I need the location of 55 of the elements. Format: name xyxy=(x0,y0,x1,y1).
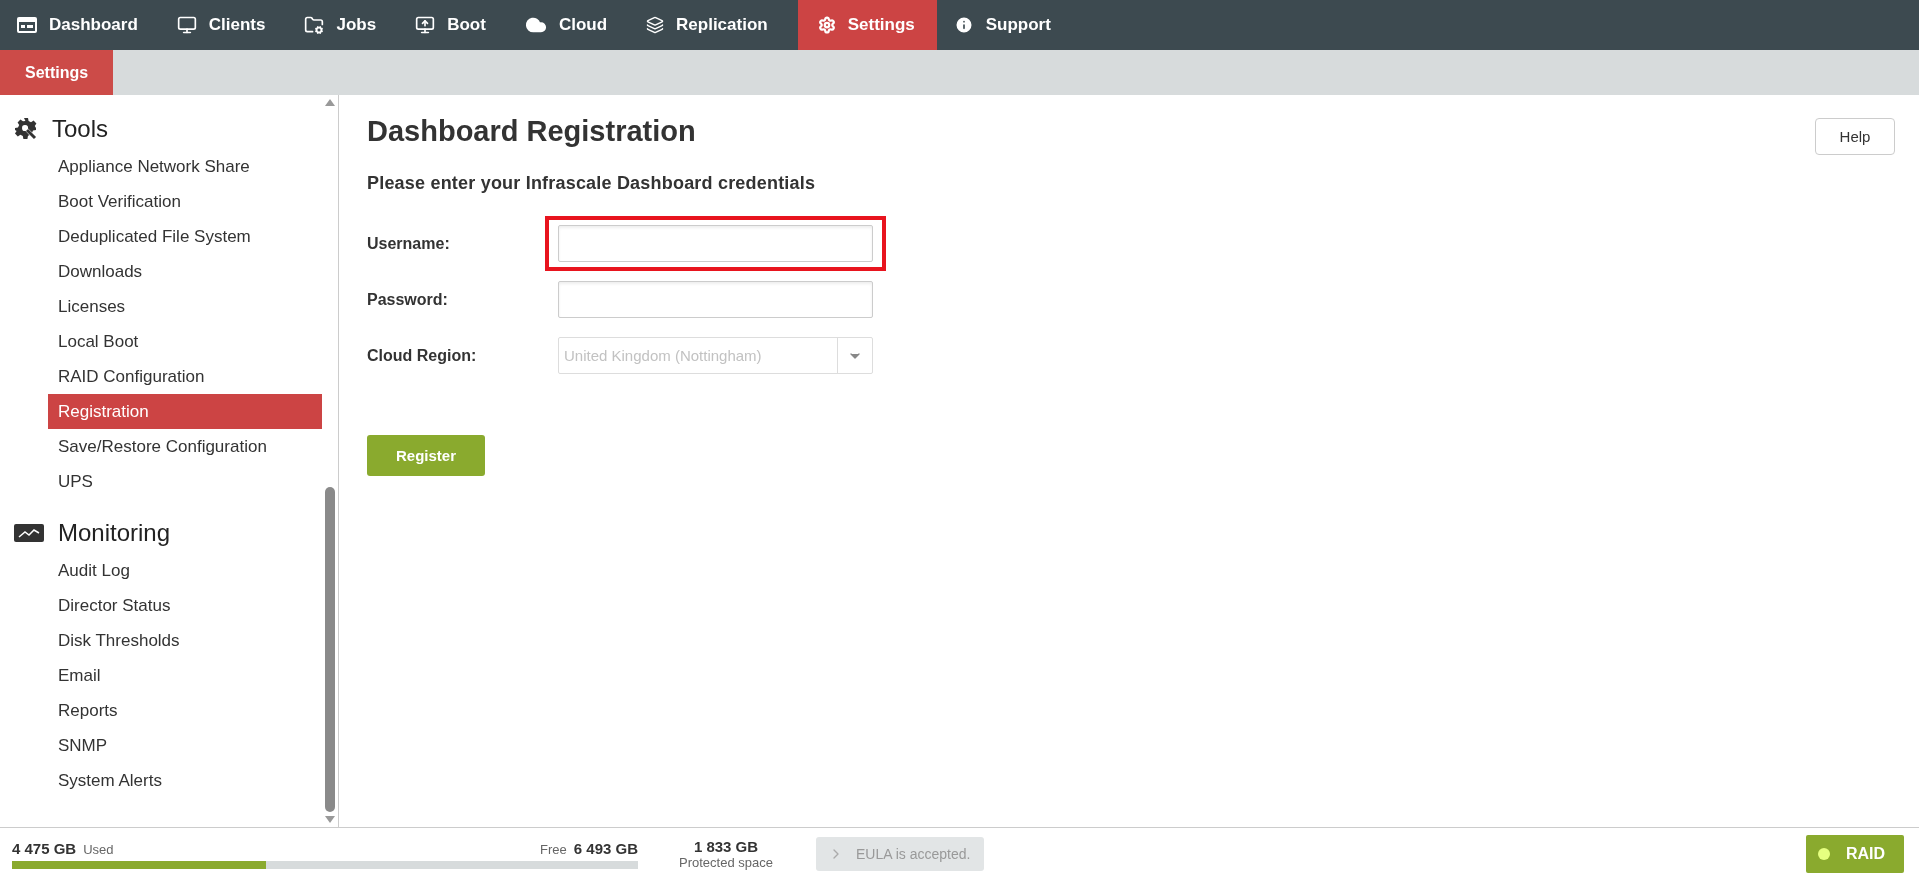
field-label: Username: xyxy=(367,234,451,253)
sidebar-item[interactable]: Save/Restore Configuration xyxy=(48,429,322,464)
eula-text: EULA is accepted. xyxy=(856,846,971,862)
nav-tab[interactable]: Dashboard xyxy=(0,0,160,50)
scroll-up-icon[interactable] xyxy=(325,99,335,106)
free-space-value: 6 493 GB xyxy=(573,839,638,857)
sidebar-item[interactable]: SNMP xyxy=(48,728,322,763)
settings-icon xyxy=(817,16,836,34)
nav-tab[interactable]: Clients xyxy=(159,0,288,50)
sidebar-item[interactable]: Email xyxy=(48,658,322,693)
sidebar-item[interactable]: Appliance Network Share xyxy=(48,149,322,184)
nav-tab[interactable]: Replication xyxy=(629,0,790,50)
monitor-icon xyxy=(176,15,197,35)
page-title: Dashboard Registration xyxy=(367,115,696,148)
field-label: Cloud Region: xyxy=(367,346,478,365)
scrollbar-thumb[interactable] xyxy=(325,487,335,812)
sidebar-item[interactable]: Deduplicated File System xyxy=(48,219,322,254)
scroll-down-icon[interactable] xyxy=(325,816,335,823)
section-heading: Monitoring xyxy=(58,519,171,547)
input-field[interactable] xyxy=(558,225,873,262)
free-label: Free xyxy=(540,841,567,857)
gear-wrench-icon xyxy=(14,117,38,141)
field-label: Password: xyxy=(367,290,449,309)
nav-tab[interactable]: Settings xyxy=(797,0,937,50)
monitor-upload-icon xyxy=(415,15,436,35)
nav-tab[interactable]: Cloud xyxy=(507,0,630,50)
protected-space-value: 1 833 GB xyxy=(693,838,759,855)
sub-tab[interactable]: Settings xyxy=(0,50,114,95)
nav-tab[interactable]: Jobs xyxy=(287,0,399,50)
form-instructions: Please enter your Infrascale Dashboard credentials xyxy=(367,173,817,194)
help-button[interactable]: Help xyxy=(1815,118,1895,155)
input-field[interactable] xyxy=(558,281,873,318)
sidebar-item[interactable]: Reports xyxy=(48,693,322,728)
sidebar-item[interactable]: Audit Log xyxy=(48,553,322,588)
sidebar-item[interactable]: Boot Verification xyxy=(48,184,322,219)
sidebar-item[interactable]: Director Status xyxy=(48,588,322,623)
line-chart-icon xyxy=(14,524,44,542)
folder-icon xyxy=(304,15,325,35)
layers-icon xyxy=(646,16,665,34)
sidebar-item[interactable]: Disk Thresholds xyxy=(48,623,322,658)
used-space-value: 4 475 GB xyxy=(12,839,77,857)
nav-tab[interactable]: Support xyxy=(936,0,1073,50)
used-label: Used xyxy=(83,841,114,857)
dashboard-icon xyxy=(17,17,37,33)
sidebar-item[interactable]: Licenses xyxy=(48,289,322,324)
sidebar-item[interactable]: System Alerts xyxy=(48,763,322,798)
sidebar-item[interactable]: Registration xyxy=(48,394,322,429)
protected-space-label: Protected space xyxy=(679,855,773,870)
sidebar-item[interactable]: Downloads xyxy=(48,254,322,289)
sidebar-item[interactable]: RAID Configuration xyxy=(48,359,322,394)
sidebar-item[interactable]: UPS xyxy=(48,464,322,499)
info-icon xyxy=(953,15,974,35)
nav-tab[interactable]: Boot xyxy=(398,0,508,50)
section-heading: Tools xyxy=(52,115,109,143)
sidebar-item[interactable]: Local Boot xyxy=(48,324,322,359)
